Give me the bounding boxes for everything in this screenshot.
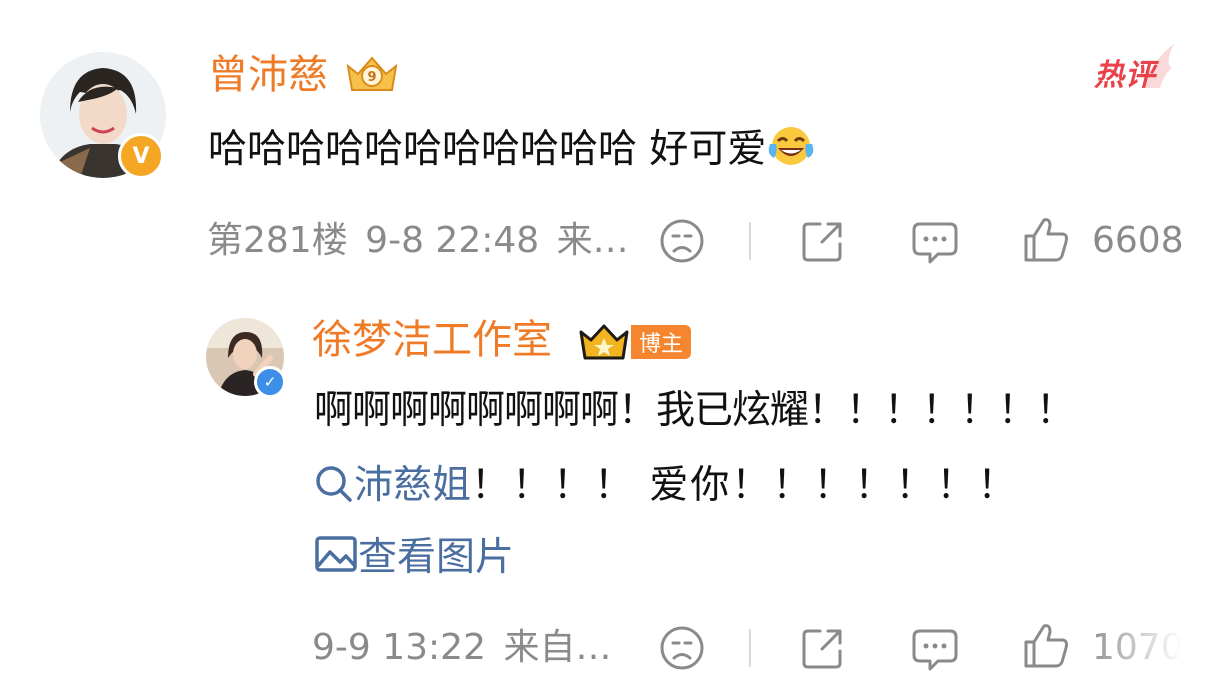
reply-comment-icon[interactable] (910, 218, 960, 266)
like-thumb-icon[interactable] (1022, 214, 1070, 264)
reply-time: 9-9 13:22 (312, 627, 486, 668)
share-icon[interactable] (800, 625, 846, 671)
svg-text:9: 9 (367, 70, 376, 85)
view-image-label[interactable]: 查看图片 (358, 535, 514, 580)
comment-body: 哈哈哈哈哈哈哈哈哈哈哈 好可爱 (208, 127, 767, 172)
comment-meta: 第281楼 9-8 22:48 来… (207, 219, 629, 263)
reply-line-1: 啊啊啊啊啊啊啊啊！我已炫耀！！！！！！！ (314, 388, 1075, 433)
dislike-face-icon[interactable] (659, 625, 705, 671)
verified-badge-icon: V (118, 133, 164, 179)
mention-link[interactable]: 沛慈姐 (354, 463, 471, 508)
reply-meta: 9-9 13:22 来自… (312, 626, 611, 670)
mention-search-icon[interactable] (314, 464, 354, 515)
like-count: 6608 (1092, 220, 1184, 261)
share-icon[interactable] (800, 218, 846, 264)
crown-rank-icon: 9 (342, 52, 402, 102)
laugh-crying-emoji-icon (768, 124, 814, 181)
crown-icon (579, 324, 629, 360)
comment-text: 哈哈哈哈哈哈哈哈哈哈哈 好可爱 (208, 124, 814, 181)
floor-number: 第281楼 (207, 220, 348, 261)
reply-line-2: 沛慈姐！！！！ 爱你！！！！！！！ (314, 461, 1018, 515)
comment-source: 来… (556, 220, 629, 261)
dislike-face-icon[interactable] (659, 218, 705, 264)
reply-source: 来自… (503, 627, 612, 668)
like-thumb-icon[interactable] (1022, 620, 1070, 670)
comment-time: 9-8 22:48 (365, 220, 540, 261)
image-icon (314, 534, 358, 587)
commenter-name[interactable]: 曾沛慈 (208, 51, 328, 99)
reply-comment-icon[interactable] (910, 625, 960, 673)
verified-badge-icon: ✓ (254, 366, 286, 398)
blogger-label: 博主 (631, 325, 692, 359)
action-divider (749, 629, 751, 667)
replier-name[interactable]: 徐梦洁工作室 (312, 316, 552, 364)
blogger-badge: 博主 (577, 322, 692, 362)
view-image-link[interactable]: 查看图片 (314, 533, 514, 587)
watermark-fade (1084, 626, 1224, 686)
action-divider (749, 222, 751, 260)
reply-line-2-text: ！！！！ 爱你！！！！！！！ (471, 463, 1019, 508)
